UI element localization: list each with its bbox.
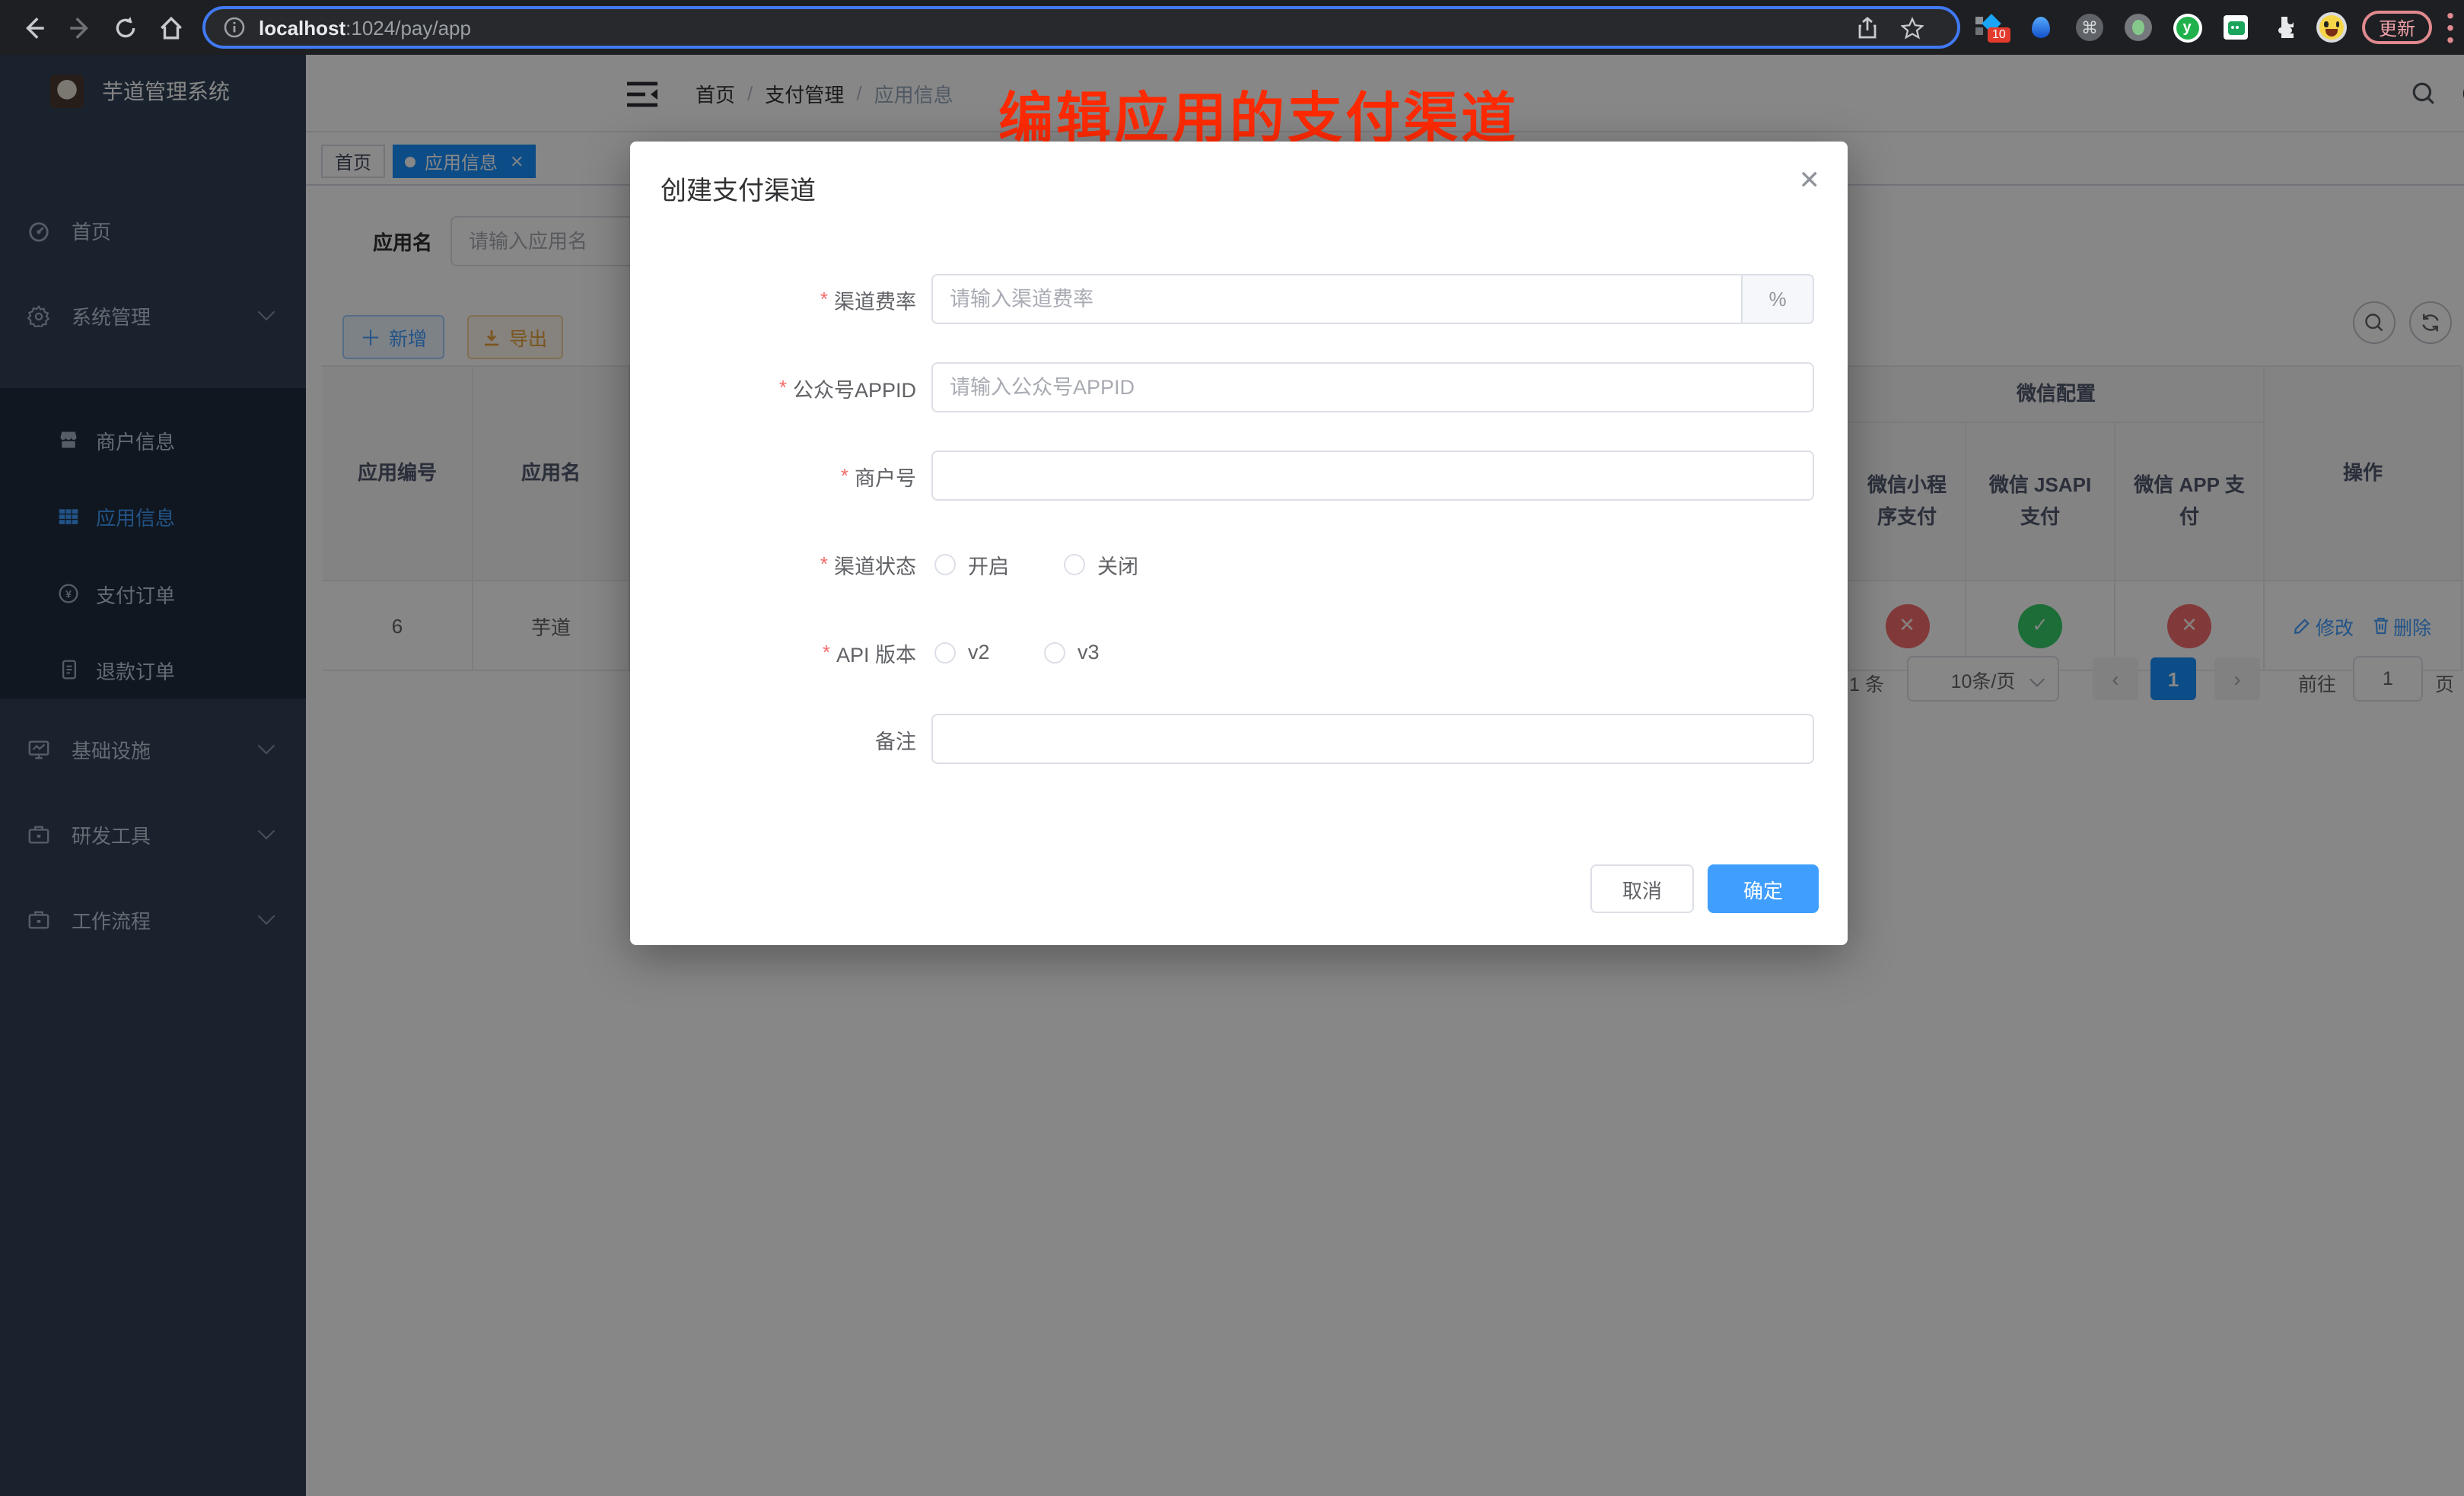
radio-status-closed[interactable]: 关闭 [1064,539,1138,589]
screen: localhost:1024/pay/app 10 ⌘ y [0,0,2464,1496]
dialog-close-icon[interactable]: ✕ [1799,166,1821,196]
extension-command-icon[interactable]: ⌘ [2073,11,2106,44]
form-row-merchant-no: *商户号 [630,450,1848,501]
radio-status-open[interactable]: 开启 [934,539,1009,589]
field-label: *公众号APPID [630,362,916,412]
extension-y-icon[interactable]: y [2170,11,2204,44]
form-row-channel-rate: *渠道费率 % [630,274,1848,324]
field-label: *渠道费率 [630,274,916,324]
url-bar[interactable]: localhost:1024/pay/app [202,6,1960,49]
browser-menu-icon[interactable]: ••• [2441,9,2459,46]
confirm-button[interactable]: 确定 [1708,864,1819,913]
update-label: 更新 [2379,14,2415,40]
share-icon[interactable] [1857,16,1878,39]
create-pay-channel-dialog: 创建支付渠道 ✕ *渠道费率 % *公众号APPID *商户号 *渠道状态 开启… [630,142,1848,945]
cancel-button[interactable]: 取消 [1590,864,1694,913]
channel-rate-input[interactable] [931,274,1814,324]
extension-balloon-icon[interactable] [2024,11,2058,44]
extensions-puzzle-icon[interactable] [2268,11,2301,44]
profile-emoji-avatar[interactable] [2315,11,2348,44]
extension-diamond-icon[interactable]: 10 [1972,11,2006,44]
extension-dot-icon[interactable] [2122,11,2155,44]
percent-suffix: % [1741,274,1814,324]
form-row-appid: *公众号APPID [630,362,1848,412]
form-row-api-version: *API 版本 v2 v3 [630,627,1848,677]
field-label: *商户号 [630,450,916,501]
url-host: localhost [259,16,345,39]
url-path: :1024/pay/app [345,16,471,39]
browser-update-button[interactable]: 更新 [2362,11,2432,44]
browser-home-icon[interactable] [149,0,192,55]
radio-circle [934,553,956,575]
browser-forward-icon[interactable] [58,0,100,55]
form-row-channel-status: *渠道状态 开启 关闭 [630,539,1848,589]
field-label: *API 版本 [630,627,916,677]
radio-circle [1064,553,1085,575]
bookmark-star-icon[interactable] [1901,16,1924,39]
browser-reload-icon[interactable] [103,0,146,55]
form-row-remark: 备注 [630,714,1848,764]
extension-chat-icon[interactable] [2219,11,2252,44]
radio-circle [934,641,956,663]
browser-chrome: localhost:1024/pay/app 10 ⌘ y [0,0,2464,55]
radio-circle [1044,641,1065,663]
merchant-no-input[interactable] [931,450,1814,501]
extension-badge: 10 [1988,27,2010,43]
radio-api-v2[interactable]: v2 [934,627,990,677]
dialog-title: 创建支付渠道 [661,169,816,207]
site-info-icon[interactable] [224,17,245,38]
field-label: *渠道状态 [630,539,916,589]
remark-input[interactable] [931,714,1814,764]
radio-api-v3[interactable]: v3 [1044,627,1100,677]
appid-input[interactable] [931,362,1814,412]
field-label: 备注 [630,714,916,764]
browser-back-icon[interactable] [12,0,55,55]
